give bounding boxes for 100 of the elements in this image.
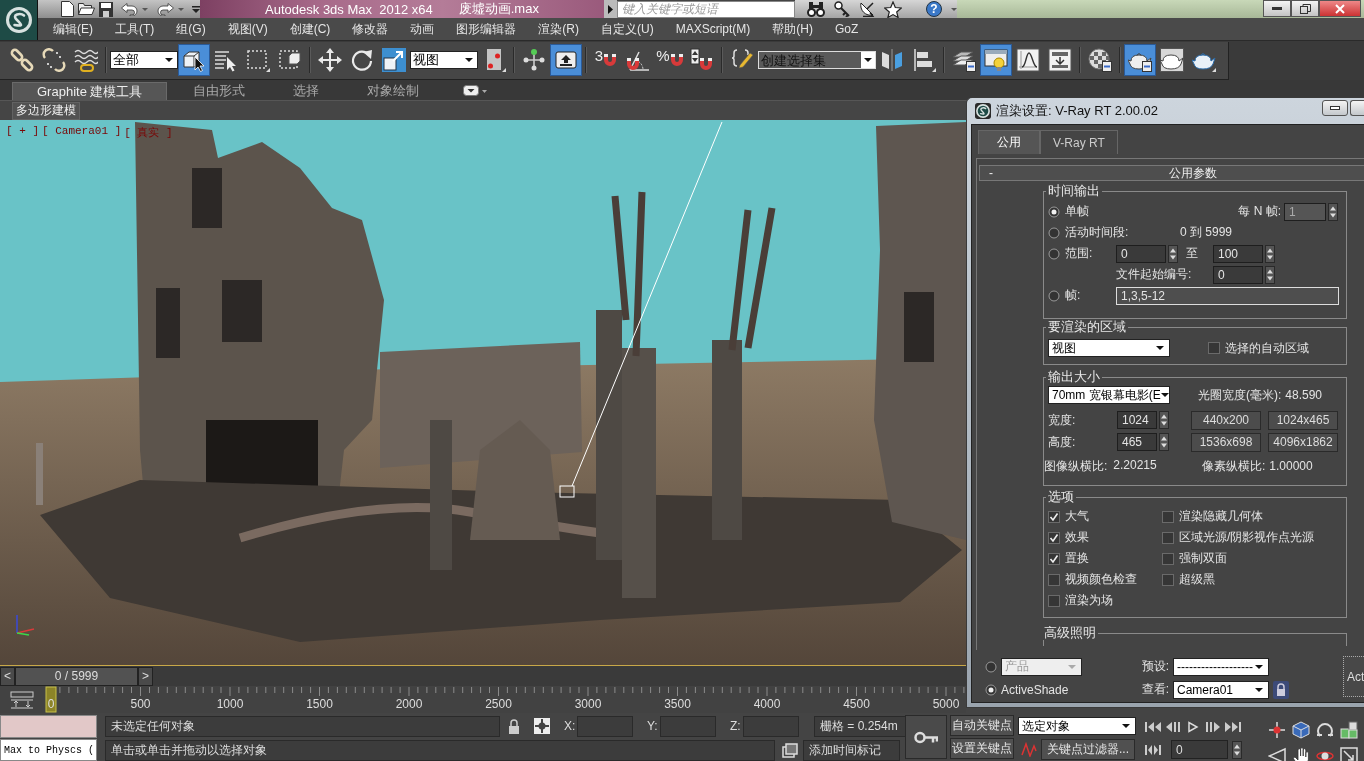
radio-button[interactable] bbox=[1048, 226, 1060, 239]
auto-key-button[interactable]: 自动关键点 bbox=[950, 715, 1014, 736]
menu-item[interactable]: 修改器 bbox=[341, 20, 400, 38]
current-frame-marker[interactable] bbox=[45, 686, 57, 713]
expand-triangle-icon[interactable] bbox=[608, 4, 613, 14]
minimize-button[interactable] bbox=[1322, 100, 1348, 116]
key-icon[interactable] bbox=[834, 1, 850, 17]
timeline-config-icon[interactable] bbox=[10, 690, 34, 709]
selection-set-field[interactable]: 创建选择集 bbox=[758, 51, 876, 69]
search-field[interactable]: 键入关键字或短语 bbox=[617, 0, 795, 18]
spinner-arrows-icon[interactable] bbox=[1232, 740, 1242, 759]
cubes-icon[interactable] bbox=[1340, 721, 1358, 739]
menu-item[interactable]: GoZ bbox=[824, 22, 870, 36]
ribbon-tab[interactable]: 选择 bbox=[263, 82, 350, 100]
radio-button[interactable] bbox=[1048, 289, 1060, 302]
tab[interactable]: V-Ray RT bbox=[1040, 130, 1118, 154]
spinner-arrows-icon[interactable] bbox=[1168, 244, 1178, 263]
set-key-button[interactable]: 设置关键点 bbox=[950, 738, 1014, 759]
key-mode-icon[interactable] bbox=[1145, 743, 1161, 756]
toolbar-dropdown[interactable]: 视图 bbox=[410, 51, 478, 69]
checkbox[interactable] bbox=[1208, 342, 1220, 354]
frames-field[interactable]: 1,3,5-12 bbox=[1116, 286, 1339, 305]
preset-size-button[interactable]: 1024x465 bbox=[1268, 410, 1338, 430]
lock-icon[interactable] bbox=[508, 718, 520, 734]
preset-size-button[interactable]: 440x200 bbox=[1191, 410, 1261, 430]
frame-field[interactable]: 0 bbox=[1171, 740, 1228, 759]
viewport-label[interactable]: [ + ] bbox=[6, 125, 39, 140]
menu-item[interactable]: 帮助(H) bbox=[761, 20, 824, 38]
folder-icon[interactable] bbox=[78, 2, 95, 16]
minimize-button[interactable] bbox=[1263, 0, 1291, 17]
preset-size-button[interactable]: 4096x1862 bbox=[1268, 432, 1338, 452]
spinner-field[interactable]: 1024 bbox=[1117, 411, 1157, 429]
spinner-arrows-icon[interactable] bbox=[1159, 411, 1169, 429]
previous-frame-button[interactable]: < bbox=[0, 666, 15, 686]
ribbon-tab[interactable]: 对象绘制 bbox=[350, 82, 437, 100]
caret-icon[interactable] bbox=[142, 7, 149, 11]
menu-item[interactable]: 编辑(E) bbox=[42, 20, 104, 38]
radio-button[interactable] bbox=[985, 660, 997, 673]
satellite-dish-icon[interactable] bbox=[859, 1, 875, 17]
help-button[interactable]: ? bbox=[926, 1, 942, 17]
menu-item[interactable]: 渲染(R) bbox=[527, 20, 590, 38]
binoculars-icon[interactable] bbox=[807, 1, 825, 17]
script-input-field[interactable] bbox=[0, 715, 97, 738]
set-key-mode-button[interactable] bbox=[905, 715, 947, 759]
star-icon[interactable] bbox=[884, 0, 902, 18]
arc-icon[interactable] bbox=[1316, 721, 1334, 739]
dropdown[interactable]: 70mm 宽银幕电影(E bbox=[1048, 386, 1170, 404]
spinner-field[interactable]: 0 bbox=[1213, 265, 1263, 284]
absolute-mode-icon[interactable] bbox=[534, 718, 550, 734]
menu-item[interactable]: 自定义(U) bbox=[590, 20, 665, 38]
script-output-field[interactable]: Max to Physcs ( bbox=[0, 739, 97, 761]
ribbon-tab[interactable]: 自由形式 bbox=[176, 82, 263, 100]
coordinate-field[interactable] bbox=[660, 715, 716, 737]
go-to-end-icon[interactable] bbox=[1225, 721, 1241, 733]
checkbox[interactable] bbox=[1162, 510, 1174, 523]
checkbox[interactable] bbox=[1048, 531, 1060, 544]
panel-tab[interactable]: 多边形建模 bbox=[12, 101, 80, 120]
shortcut-toggle-button[interactable] bbox=[550, 44, 582, 76]
cube-icon[interactable] bbox=[1292, 721, 1310, 739]
snap-toggle-button[interactable]: 3 bbox=[590, 44, 622, 76]
spinner-field[interactable]: 100 bbox=[1213, 244, 1263, 263]
go-to-start-icon[interactable] bbox=[1145, 721, 1161, 733]
menu-item[interactable]: 动画 bbox=[399, 20, 446, 38]
undo-arrow-icon[interactable] bbox=[121, 2, 139, 16]
restore-button[interactable] bbox=[1291, 0, 1319, 17]
collapse-toggle[interactable]: - bbox=[980, 166, 1002, 180]
menu-item[interactable]: 组(G) bbox=[165, 20, 217, 38]
menu-item[interactable]: 图形编辑器 bbox=[445, 20, 528, 38]
next-frame-button[interactable]: > bbox=[138, 666, 153, 686]
preset-dropdown[interactable]: ------------------- bbox=[1173, 657, 1269, 676]
select-object-button[interactable] bbox=[178, 44, 210, 76]
play-icon[interactable] bbox=[1185, 721, 1201, 733]
key-set-dropdown[interactable]: 选定对象 bbox=[1018, 717, 1136, 735]
checkbox[interactable] bbox=[1048, 510, 1060, 523]
next-frame-icon[interactable] bbox=[1205, 721, 1221, 733]
spinner-arrows-icon[interactable] bbox=[1265, 244, 1275, 263]
render-setup-button[interactable] bbox=[1124, 44, 1156, 76]
hand-icon[interactable] bbox=[1292, 747, 1310, 761]
redo-arrow-icon[interactable] bbox=[156, 2, 174, 16]
maximize-button[interactable] bbox=[1350, 100, 1364, 116]
checkbox[interactable] bbox=[1162, 552, 1174, 565]
caret-icon[interactable] bbox=[951, 7, 957, 11]
coordinate-field[interactable] bbox=[577, 715, 633, 737]
ribbon-toggle-button[interactable] bbox=[980, 44, 1012, 76]
checkbox[interactable] bbox=[1162, 531, 1174, 544]
radio-button[interactable] bbox=[985, 683, 997, 696]
menu-item[interactable]: 视图(V) bbox=[216, 20, 279, 38]
crosshair-icon[interactable] bbox=[1268, 721, 1286, 739]
stacked-windows-icon[interactable] bbox=[782, 742, 798, 758]
render-button[interactable]: Act bbox=[1343, 656, 1364, 697]
viewport-label[interactable]: [ Camera01 ] bbox=[42, 125, 122, 140]
tab[interactable]: 公用 bbox=[978, 130, 1040, 154]
percent-snap-button[interactable]: % bbox=[654, 44, 686, 76]
checkbox[interactable] bbox=[1162, 573, 1174, 586]
view-dropdown[interactable]: Camera01 bbox=[1173, 680, 1269, 699]
checkbox[interactable] bbox=[1048, 573, 1060, 586]
previous-frame-icon[interactable] bbox=[1165, 721, 1181, 733]
checkbox[interactable] bbox=[1048, 552, 1060, 565]
lock-icon[interactable] bbox=[1273, 680, 1289, 699]
spinner-arrows-icon[interactable] bbox=[1328, 202, 1338, 221]
